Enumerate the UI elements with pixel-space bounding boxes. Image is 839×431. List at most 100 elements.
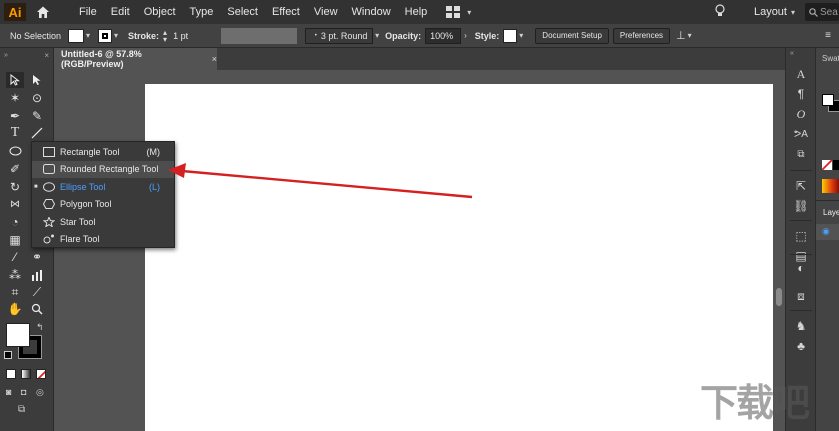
character-styles-icon[interactable]: ⧉ — [793, 146, 809, 162]
symbol-sprayer-tool-icon[interactable]: ⁂ — [6, 267, 24, 283]
character-panel-icon[interactable]: A — [793, 66, 809, 82]
ellipse-tool-icon[interactable] — [6, 143, 24, 159]
opacity-arrow-icon[interactable]: › — [464, 31, 467, 40]
fill-swatch[interactable] — [68, 28, 84, 43]
opentype-panel-icon[interactable]: O — [793, 106, 809, 122]
flare-tool-item[interactable]: Flare Tool — [32, 231, 174, 249]
opacity-value: 100% — [430, 30, 454, 41]
magic-wand-tool-icon[interactable]: ✶ — [6, 90, 24, 106]
align-dropdown-icon[interactable]: ▾ — [688, 31, 692, 40]
polygon-tool-item[interactable]: Polygon Tool — [32, 196, 174, 214]
rectangle-tool-item[interactable]: Rectangle Tool (M) — [32, 143, 174, 161]
column-graph-tool-icon[interactable] — [28, 267, 46, 283]
document-tab-bar: Untitled-6 @ 57.8% (RGB/Preview) × — [55, 48, 785, 70]
transform-panel-icon[interactable]: ⬚ — [793, 228, 809, 244]
menu-select[interactable]: Select — [220, 6, 265, 18]
close-tab-icon[interactable]: × — [212, 54, 217, 64]
panel-menu-icon[interactable]: ≡ — [825, 30, 831, 41]
stroke-dropdown-icon[interactable]: ▾ — [114, 31, 118, 40]
stroke-weight-input[interactable]: 1 pt — [169, 27, 218, 44]
blend-tool-icon[interactable]: ⚭ — [28, 249, 46, 265]
preferences-button[interactable]: Preferences — [612, 27, 671, 44]
opacity-input[interactable]: 100% — [425, 27, 462, 44]
layer-row[interactable]: ◉ — [816, 224, 839, 240]
menu-object[interactable]: Object — [137, 6, 183, 18]
none-swatch[interactable] — [822, 160, 832, 170]
brush-definition-select[interactable]: • 3 pt. Round — [305, 27, 374, 44]
rounded-rectangle-tool-item[interactable]: Rounded Rectangle Tool — [32, 160, 174, 178]
lightbulb-icon[interactable] — [714, 3, 726, 21]
fill-dropdown-icon[interactable]: ▾ — [86, 31, 90, 40]
menu-help[interactable]: Help — [398, 6, 435, 18]
line-tool-icon[interactable] — [28, 125, 46, 141]
stroke-swatch[interactable] — [98, 28, 113, 43]
star-tool-item[interactable]: Star Tool — [32, 213, 174, 231]
screen-mode-icon[interactable]: ⧉ — [18, 404, 25, 415]
chevron-down-icon[interactable]: ▾ — [791, 8, 795, 17]
align-icon[interactable]: ⊥ — [676, 29, 686, 42]
menu-file[interactable]: File — [72, 6, 104, 18]
menu-type[interactable]: Type — [183, 6, 221, 18]
perspective-grid-tool-icon[interactable]: ▦ — [6, 232, 24, 248]
menu-edit[interactable]: Edit — [104, 6, 137, 18]
workspace-switcher[interactable]: Layout — [754, 6, 787, 18]
ellipse-tool-item[interactable]: ■ Ellipse Tool (L) — [32, 178, 174, 196]
toolbar-close-icon[interactable]: × — [44, 51, 49, 60]
export-panel-icon[interactable]: ⇱ — [793, 178, 809, 194]
pen-tool-icon[interactable]: ✒ — [6, 108, 24, 124]
graphic-styles-panel-icon[interactable]: ⧈ — [793, 288, 809, 304]
slice-tool-icon[interactable]: ⟋ — [28, 284, 46, 300]
fill-color-box[interactable] — [6, 323, 30, 347]
gradient-mode-icon[interactable] — [21, 369, 31, 379]
symbols-panel-icon[interactable]: ♞ — [793, 318, 809, 334]
swatches-tab[interactable]: Swat — [822, 54, 839, 63]
home-icon[interactable] — [36, 5, 50, 19]
paintbrush-tool-icon[interactable]: ✐ — [6, 161, 24, 177]
scrollbar-thumb[interactable] — [776, 288, 782, 306]
hand-tool-icon[interactable]: ✋ — [6, 301, 24, 317]
links-panel-icon[interactable]: ⛓ — [793, 198, 809, 214]
rotate-tool-icon[interactable]: ↻ — [6, 179, 24, 195]
stroke-stepper-icon[interactable]: ▴ ▾ — [163, 28, 167, 43]
appearance-panel-icon[interactable]: ◐ — [793, 260, 809, 276]
eyedropper-tool-icon[interactable]: ⁄ — [6, 249, 24, 265]
direct-selection-tool-icon[interactable] — [28, 72, 46, 88]
width-tool-icon[interactable]: ⋈ — [6, 196, 24, 212]
registration-swatch[interactable] — [833, 160, 839, 170]
selection-tool-icon[interactable] — [6, 72, 24, 88]
style-dropdown-icon[interactable]: ▾ — [519, 31, 523, 40]
draw-normal-icon[interactable]: ◙ — [6, 387, 11, 397]
zoom-tool-icon[interactable] — [28, 301, 46, 317]
brushes-panel-icon[interactable]: ♣ — [793, 338, 809, 354]
document-setup-button[interactable]: Document Setup — [535, 27, 609, 44]
graphic-style-swatch[interactable] — [503, 28, 518, 43]
strip-collapse-icon[interactable]: « — [790, 50, 794, 57]
curvature-tool-icon[interactable]: ✎ — [28, 108, 46, 124]
color-mode-icon[interactable] — [6, 369, 16, 379]
menu-view[interactable]: View — [307, 6, 345, 18]
glyphs-panel-icon[interactable]: ᕗA — [793, 126, 809, 142]
artboard-tool-icon[interactable]: ⌗ — [6, 284, 24, 300]
draw-behind-icon[interactable]: ◘ — [21, 387, 26, 397]
arrange-documents-icon[interactable]: ▾ — [446, 6, 471, 18]
brush-dropdown-icon[interactable]: ▾ — [375, 31, 379, 40]
swap-fill-stroke-icon[interactable]: ↰ — [36, 322, 44, 333]
default-fill-stroke-icon[interactable] — [4, 351, 12, 359]
none-mode-icon[interactable] — [36, 369, 46, 379]
paragraph-panel-icon[interactable]: ¶ — [793, 86, 809, 102]
gradient-swatch[interactable] — [822, 179, 839, 193]
menu-effect[interactable]: Effect — [265, 6, 307, 18]
type-tool-icon[interactable]: T — [6, 125, 24, 141]
search-input[interactable]: Sea — [805, 3, 839, 21]
draw-inside-icon[interactable]: ◎ — [36, 387, 44, 398]
shape-builder-tool-icon[interactable]: ◔ — [6, 214, 24, 230]
toolbar-collapse-icon[interactable]: » — [4, 52, 8, 59]
menu-window[interactable]: Window — [345, 6, 398, 18]
layers-tab[interactable]: Layer — [823, 208, 839, 217]
visibility-eye-icon[interactable]: ◉ — [822, 226, 830, 237]
variable-width-profile[interactable] — [221, 27, 298, 44]
document-tab[interactable]: Untitled-6 @ 57.8% (RGB/Preview) × — [55, 48, 217, 70]
lasso-tool-icon[interactable]: ⊙ — [28, 90, 46, 106]
artboard[interactable] — [145, 84, 773, 431]
panel-fill-swatch[interactable] — [822, 94, 834, 106]
